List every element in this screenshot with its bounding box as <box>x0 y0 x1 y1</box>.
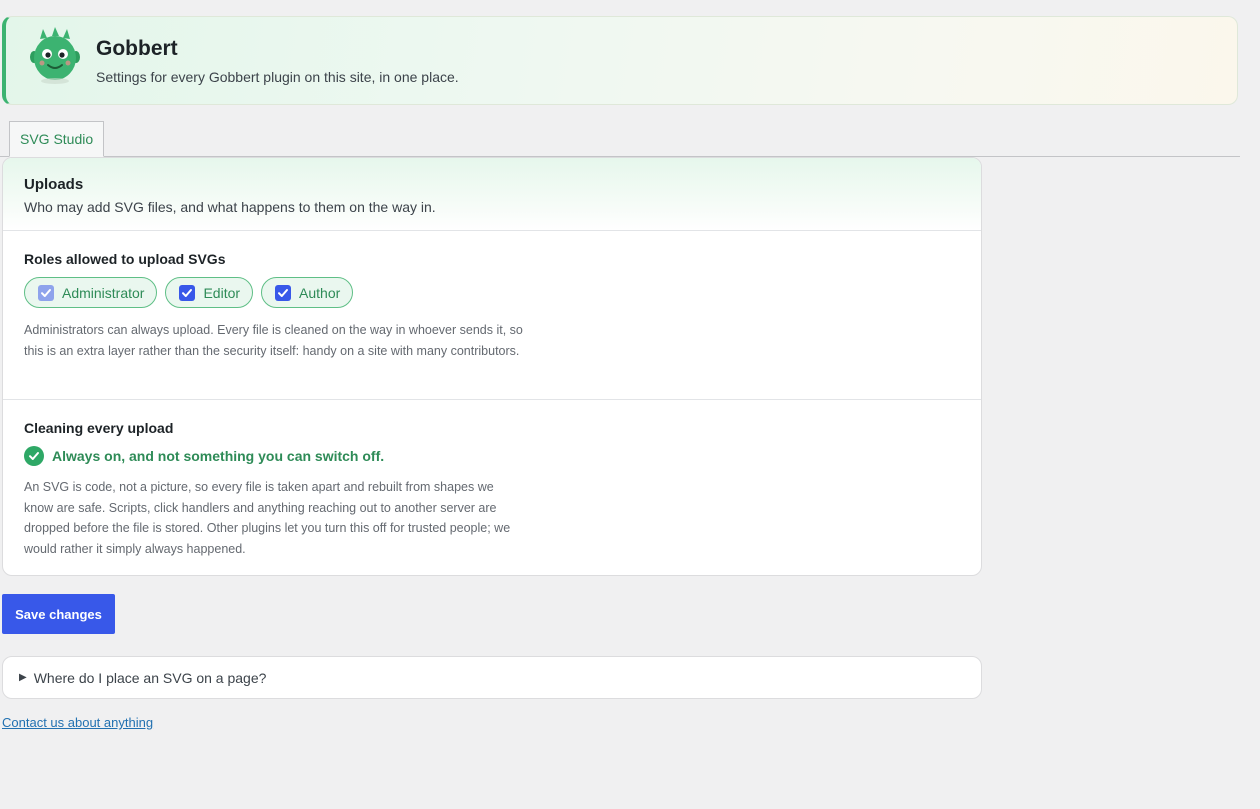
check-circle-icon <box>24 446 44 466</box>
save-changes-button[interactable]: Save changes <box>2 594 115 634</box>
role-label-author: Author <box>299 284 341 301</box>
role-label-editor: Editor <box>203 284 241 301</box>
uploads-title: Uploads <box>24 176 84 193</box>
page-subtitle: Settings for every Gobbert plugin on thi… <box>96 69 459 85</box>
role-chip-group: Administrator Editor Author <box>24 277 354 308</box>
plugin-header-banner: Gobbert Settings for every Gobbert plugi… <box>2 16 1238 105</box>
tab-svg-studio[interactable]: SVG Studio <box>9 121 105 157</box>
faq-question: Where do I place an SVG on a page? <box>33 669 267 686</box>
cleaning-label: Cleaning every upload <box>24 420 174 436</box>
role-chip-administrator[interactable]: Administrator <box>24 277 158 308</box>
uploads-card-header: Uploads Who may add SVG files, and what … <box>3 158 981 231</box>
checkbox-author[interactable] <box>275 284 292 301</box>
checkmark-icon <box>41 288 51 297</box>
faq-disclosure[interactable]: ▶ Where do I place an SVG on a page? <box>2 656 982 699</box>
checkmark-icon <box>278 288 289 297</box>
role-chip-author[interactable]: Author <box>261 277 354 308</box>
role-label-administrator: Administrator <box>62 284 145 301</box>
cleaning-status-text: Always on, and not something you can swi… <box>52 448 385 464</box>
uploads-description: Who may add SVG files, and what happens … <box>24 199 436 215</box>
uploads-settings-card: Uploads Who may add SVG files, and what … <box>2 157 982 576</box>
page-title: Gobbert <box>96 37 178 60</box>
roles-help-text: Administrators can always upload. Every … <box>24 323 523 358</box>
cleaning-section: Cleaning every upload Always on, and not… <box>3 400 981 575</box>
roles-label: Roles allowed to upload SVGs <box>24 251 226 267</box>
checkmark-icon <box>182 288 193 297</box>
triangle-right-icon: ▶ <box>19 672 27 683</box>
role-chip-editor[interactable]: Editor <box>165 277 254 308</box>
cleaning-help-text: An SVG is code, not a picture, so every … <box>24 480 511 556</box>
green-monster-mascot-icon <box>30 27 80 84</box>
cleaning-status: Always on, and not something you can swi… <box>24 446 384 466</box>
contact-link[interactable]: Contact us about anything <box>2 715 153 730</box>
checkbox-administrator[interactable] <box>38 284 54 301</box>
checkbox-editor[interactable] <box>179 284 196 301</box>
roles-section: Roles allowed to upload SVGs Administrat… <box>3 231 981 400</box>
